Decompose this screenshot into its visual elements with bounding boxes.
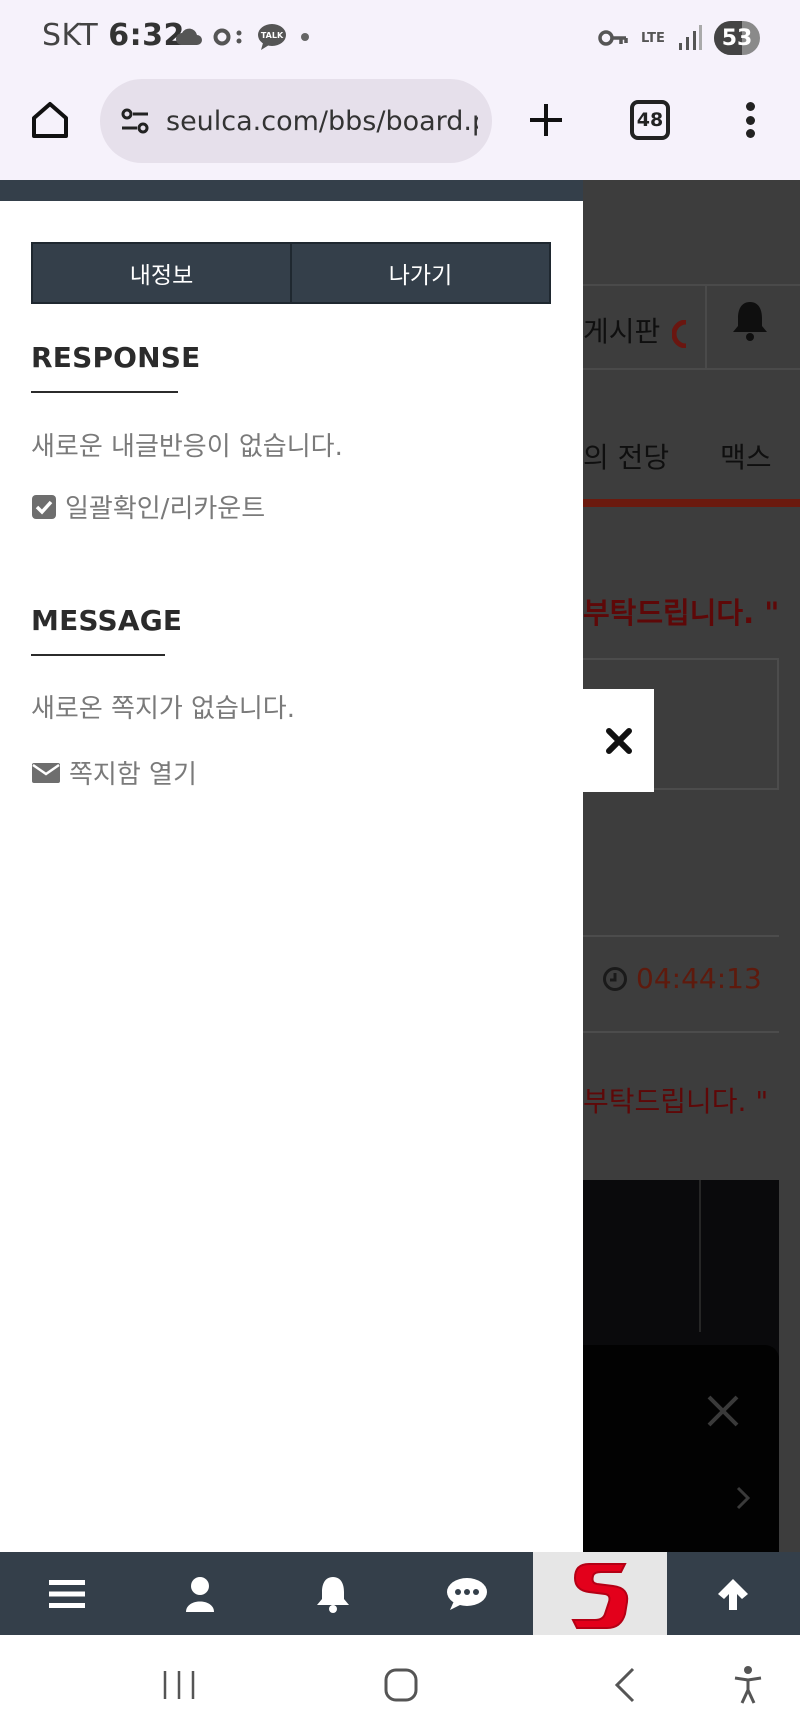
response-underline xyxy=(31,391,178,393)
site-bottom-nav xyxy=(0,1552,800,1635)
bg-divider xyxy=(583,284,800,286)
nav-user[interactable] xyxy=(133,1552,266,1635)
bg-time: 04:44:13 xyxy=(602,962,762,995)
message-title: MESSAGE xyxy=(31,604,183,637)
bulk-confirm-label[interactable]: 일괄확인/리카운트 xyxy=(65,488,265,525)
address-bar[interactable]: seulca.com/bbs/board.ph xyxy=(100,79,492,163)
chat-icon xyxy=(446,1577,487,1610)
battery-indicator: 53 xyxy=(714,21,760,55)
status-bar: SKT 6:32 TALK LTE 53 xyxy=(0,0,800,76)
cloud-icon xyxy=(176,28,202,45)
bg-divider xyxy=(705,284,707,368)
url-text[interactable]: seulca.com/bbs/board.ph xyxy=(166,106,478,137)
clock-time: 6:32 xyxy=(108,18,185,53)
open-inbox-label[interactable]: 쪽지함 열기 xyxy=(69,754,197,791)
response-empty-text: 새로운 내글반응이 없습니다. xyxy=(31,432,343,462)
browser-toolbar: seulca.com/bbs/board.ph 48 xyxy=(0,76,800,180)
close-icon xyxy=(605,727,632,754)
exit-button[interactable]: 나가기 xyxy=(290,244,549,302)
voicemail-icon xyxy=(213,28,242,46)
clock-icon xyxy=(603,966,627,991)
svg-text:TALK: TALK xyxy=(261,31,284,40)
notification-icons: TALK xyxy=(175,22,313,52)
drawer-top-bar xyxy=(0,180,583,201)
bg-hall-label: 의 전당 xyxy=(583,441,670,474)
bg-badge-icon xyxy=(672,320,686,348)
bg-close-icon xyxy=(707,1395,739,1427)
bg-divider xyxy=(583,368,800,370)
side-drawer: 내정보 나가기 RESPONSE 새로운 내글반응이 없습니다. 일괄확인/리카… xyxy=(0,180,583,1552)
more-menu-icon[interactable] xyxy=(738,98,762,142)
envelope-icon xyxy=(32,762,60,783)
bg-board-label: 게시판 xyxy=(583,315,661,348)
home-nav-button[interactable] xyxy=(382,1665,420,1705)
nav-menu[interactable] xyxy=(0,1552,133,1635)
menu-icon xyxy=(48,1579,85,1608)
drawer-close-button[interactable] xyxy=(583,689,654,792)
site-logo-icon xyxy=(571,1562,629,1629)
site-logo[interactable] xyxy=(533,1552,667,1635)
recent-apps-button[interactable] xyxy=(160,1665,198,1705)
drawer-button-group: 내정보 나가기 xyxy=(31,242,551,304)
tab-switcher-button[interactable]: 48 xyxy=(630,100,670,140)
bg-popup-card xyxy=(583,1345,779,1552)
my-info-button[interactable]: 내정보 xyxy=(33,244,290,302)
nav-notifications[interactable] xyxy=(267,1552,400,1635)
talk-icon: TALK xyxy=(258,24,286,50)
site-settings-icon[interactable] xyxy=(118,104,152,138)
home-circle-icon xyxy=(384,1668,418,1702)
user-icon xyxy=(185,1576,214,1612)
dot-icon xyxy=(301,33,309,41)
bg-chevron-right-icon xyxy=(736,1486,751,1510)
bg-notice-2: 부탁드립니다. " xyxy=(583,1085,769,1118)
open-inbox-link[interactable]: 쪽지함 열기 xyxy=(31,754,197,791)
bg-max-label: 맥스 xyxy=(720,441,772,474)
recent-apps-icon xyxy=(163,1671,195,1699)
status-left: SKT 6:32 xyxy=(42,18,185,53)
signal-icon xyxy=(679,25,702,50)
nav-scroll-top[interactable] xyxy=(667,1552,800,1635)
accessibility-button[interactable] xyxy=(730,1665,766,1705)
bulk-confirm-link[interactable]: 일괄확인/리카운트 xyxy=(31,488,265,525)
bg-notice: 부탁드립니다. " xyxy=(583,596,780,630)
arrow-up-icon xyxy=(718,1578,749,1610)
message-underline xyxy=(31,654,165,656)
new-tab-icon[interactable] xyxy=(524,98,568,142)
carrier-label: SKT xyxy=(42,18,99,53)
message-empty-text: 새로온 쪽지가 없습니다. xyxy=(31,694,295,724)
network-type: LTE xyxy=(641,30,665,46)
nav-chat[interactable] xyxy=(400,1552,533,1635)
back-icon xyxy=(614,1667,635,1703)
response-title: RESPONSE xyxy=(31,341,201,374)
system-nav-bar xyxy=(0,1635,800,1734)
checkbox-checked-icon xyxy=(32,494,56,519)
bg-time-text: 04:44:13 xyxy=(636,962,762,995)
back-button[interactable] xyxy=(610,1665,640,1705)
bg-bell-icon xyxy=(733,302,767,341)
bg-accent-line xyxy=(583,499,800,507)
key-icon xyxy=(598,30,628,46)
bell-icon xyxy=(317,1576,350,1613)
home-icon[interactable] xyxy=(28,98,72,142)
accessibility-icon xyxy=(734,1666,762,1704)
status-right: LTE 53 xyxy=(598,18,760,58)
